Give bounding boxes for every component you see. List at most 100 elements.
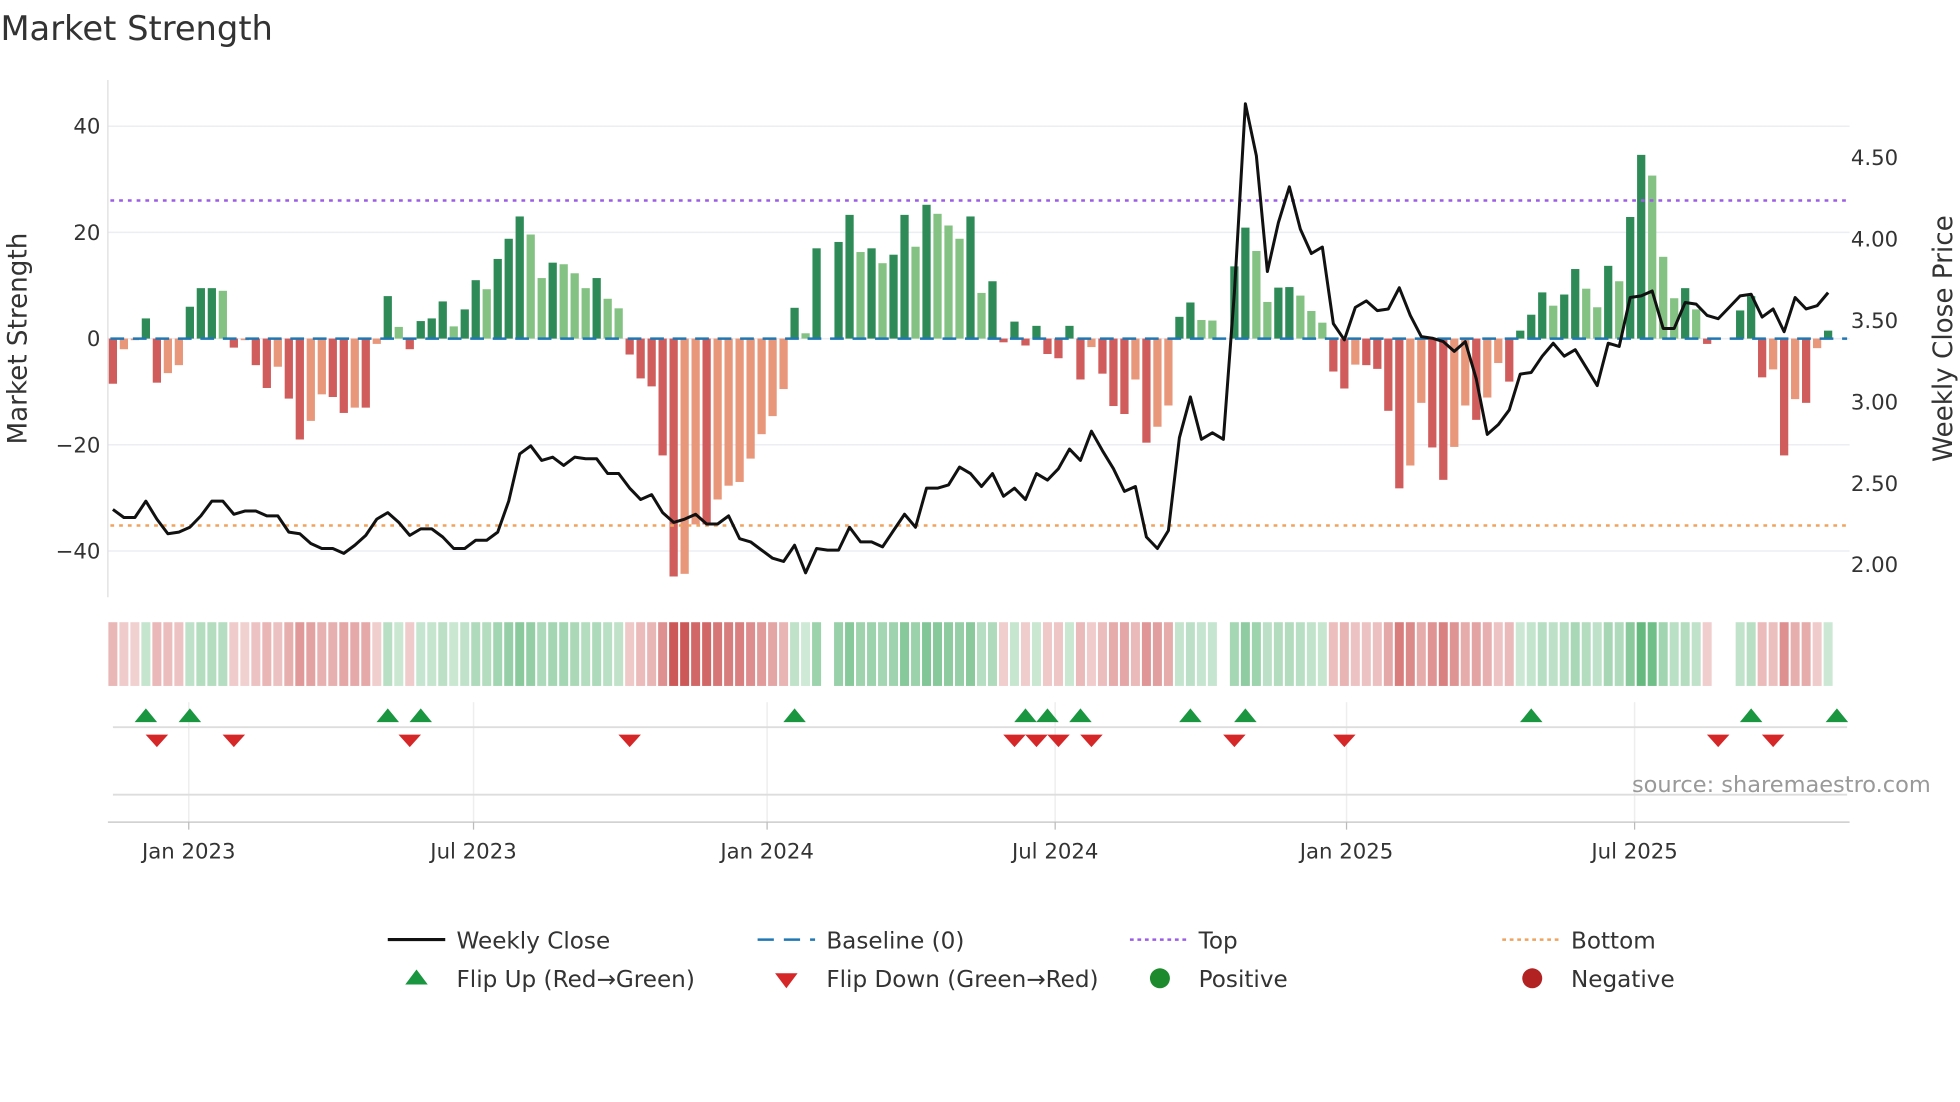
- legend-label: Negative: [1571, 967, 1675, 993]
- strength-bar: [603, 298, 612, 339]
- heat-cell: [1394, 622, 1404, 686]
- strength-bar: [1010, 321, 1019, 339]
- heat-cell: [944, 622, 954, 686]
- strength-bar: [559, 264, 568, 339]
- heat-cell: [1240, 622, 1250, 686]
- heat-cell: [1482, 622, 1492, 686]
- strength-bar: [460, 309, 469, 339]
- strength-bar: [1362, 338, 1371, 366]
- heat-cell: [273, 622, 283, 686]
- heat-cell: [1383, 622, 1393, 686]
- heat-cell: [251, 622, 261, 686]
- legend-label: Positive: [1199, 967, 1288, 993]
- strength-bar: [1263, 301, 1272, 339]
- strength-bar: [1329, 338, 1338, 372]
- heat-cell: [801, 622, 811, 686]
- strength-bar: [966, 216, 975, 339]
- flip-up-marker: [409, 708, 432, 723]
- heat-cell: [1207, 622, 1217, 686]
- heat-cell: [911, 622, 921, 686]
- strength-bar: [812, 248, 821, 339]
- strength-bar: [691, 338, 700, 525]
- heat-cell: [1493, 622, 1503, 686]
- heat-cell: [1174, 622, 1184, 686]
- strength-bar: [1505, 338, 1514, 382]
- heat-cell: [1735, 622, 1745, 686]
- flip-down-marker: [1080, 734, 1103, 748]
- strength-bar: [1692, 309, 1701, 339]
- legend-item: Flip Up (Red→Green): [405, 967, 695, 993]
- heat-cell: [1438, 622, 1448, 686]
- heat-cell: [1559, 622, 1569, 686]
- heat-cell: [1130, 622, 1140, 686]
- heat-cell: [647, 622, 657, 686]
- x-tick-label: Jan 2023: [140, 839, 236, 864]
- strength-bar: [295, 338, 304, 440]
- strength-bar: [262, 338, 271, 388]
- heat-cell: [1636, 622, 1646, 686]
- strength-bar: [1736, 310, 1745, 339]
- strength-bar: [669, 338, 678, 577]
- heat-cell: [1790, 622, 1800, 686]
- heat-cell: [790, 622, 800, 686]
- strength-bar: [317, 338, 326, 395]
- heat-cell: [482, 622, 492, 686]
- strength-bar: [284, 338, 293, 399]
- heat-cell: [207, 622, 217, 686]
- heat-cell: [922, 622, 932, 686]
- strength-bar: [713, 338, 722, 500]
- legend-item: Negative: [1522, 967, 1675, 993]
- heat-cell: [1526, 622, 1536, 686]
- heat-cell: [526, 622, 536, 686]
- strength-bar: [988, 281, 997, 339]
- heat-cell: [119, 622, 129, 686]
- heat-cell: [1746, 622, 1756, 686]
- y-tick-label-right: 4.50: [1851, 146, 1898, 171]
- heat-cell: [1295, 622, 1305, 686]
- heat-cell: [152, 622, 162, 686]
- heat-cell: [680, 622, 690, 686]
- y-tick-label-left: −20: [56, 433, 101, 458]
- strength-bar: [185, 306, 194, 339]
- strength-bar: [416, 321, 425, 339]
- heat-cell: [295, 622, 305, 686]
- strength-bar: [658, 338, 667, 456]
- strength-heat-strip: [108, 622, 1833, 686]
- strength-bar: [438, 301, 447, 339]
- strength-bar: [372, 338, 381, 344]
- strength-bar: [328, 338, 337, 398]
- strength-bar: [1494, 338, 1503, 364]
- heat-cell: [1603, 622, 1613, 686]
- heat-cell: [1504, 622, 1514, 686]
- flip-down-marker: [145, 734, 169, 748]
- strength-bar: [933, 213, 942, 339]
- heat-cell: [284, 622, 294, 686]
- strength-bar: [515, 216, 524, 339]
- heat-cell: [218, 622, 228, 686]
- flip-up-marker: [376, 708, 400, 723]
- strength-bar: [251, 338, 260, 366]
- heat-cell: [702, 622, 712, 686]
- heat-cell: [438, 622, 448, 686]
- heat-cell: [856, 622, 866, 686]
- heat-cell: [350, 622, 360, 686]
- heat-cell: [1405, 622, 1415, 686]
- flip-up-marker: [1825, 708, 1849, 723]
- strength-bar: [405, 338, 414, 350]
- heat-cell: [966, 622, 976, 686]
- strength-bar: [1208, 320, 1217, 339]
- y-tick-label-left: 40: [73, 115, 100, 140]
- strength-bar: [1780, 338, 1789, 456]
- heat-cell: [493, 622, 503, 686]
- strength-bar: [383, 296, 392, 339]
- strength-bar: [1164, 338, 1173, 406]
- strength-bar: [680, 338, 689, 574]
- legend-label: Weekly Close: [456, 928, 610, 954]
- strength-bar: [856, 252, 865, 339]
- flip-up-marker: [1069, 708, 1092, 723]
- heat-cell: [515, 622, 525, 686]
- strength-bar: [614, 308, 623, 339]
- heat-cell: [1020, 622, 1030, 686]
- strength-bar: [504, 238, 513, 339]
- strength-bar: [152, 338, 161, 383]
